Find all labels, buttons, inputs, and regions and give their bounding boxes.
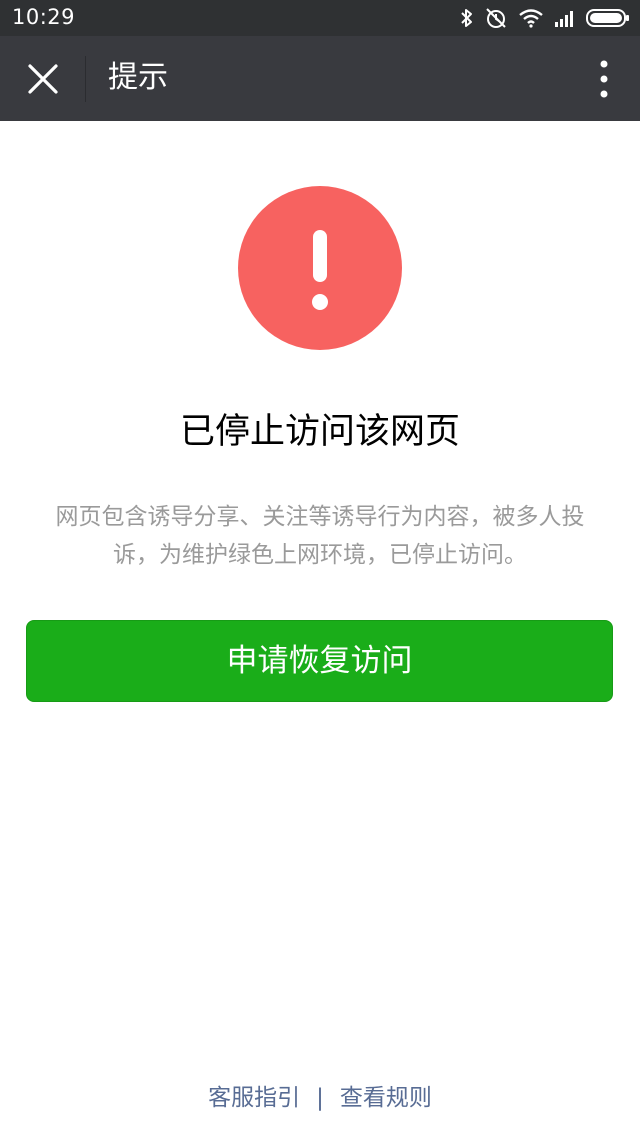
page-title: 提示	[108, 60, 168, 95]
footer-links: 客服指引 | 查看规则	[0, 1078, 640, 1118]
more-vertical-icon	[600, 60, 608, 98]
footer-separator: |	[316, 1085, 324, 1111]
request-restore-access-button[interactable]: 申请恢复访问	[26, 620, 613, 702]
customer-service-guide-link[interactable]: 客服指引	[208, 1085, 300, 1111]
battery-icon	[586, 8, 630, 28]
close-icon	[28, 64, 58, 94]
signal-icon	[554, 9, 576, 27]
warning-icon-dot	[312, 294, 328, 310]
view-rules-link[interactable]: 查看规则	[340, 1085, 432, 1111]
message-description: 网页包含诱导分享、关注等诱导行为内容，被多人投诉，为维护绿色上网环境，已停止访问…	[55, 504, 585, 568]
bluetooth-icon	[460, 7, 474, 29]
warning-icon	[238, 186, 402, 350]
wifi-icon	[518, 8, 544, 28]
more-button[interactable]	[598, 58, 610, 100]
nav-divider	[85, 56, 86, 102]
message-title: 已停止访问该网页	[179, 412, 460, 452]
close-button[interactable]	[22, 58, 64, 100]
mute-alarm-icon	[484, 7, 508, 29]
status-time: 10:29	[12, 5, 76, 29]
nav-bar: 提示	[0, 36, 640, 121]
status-icons	[460, 6, 630, 30]
status-bar: 10:29	[0, 0, 640, 36]
warning-icon-bar	[313, 230, 327, 282]
